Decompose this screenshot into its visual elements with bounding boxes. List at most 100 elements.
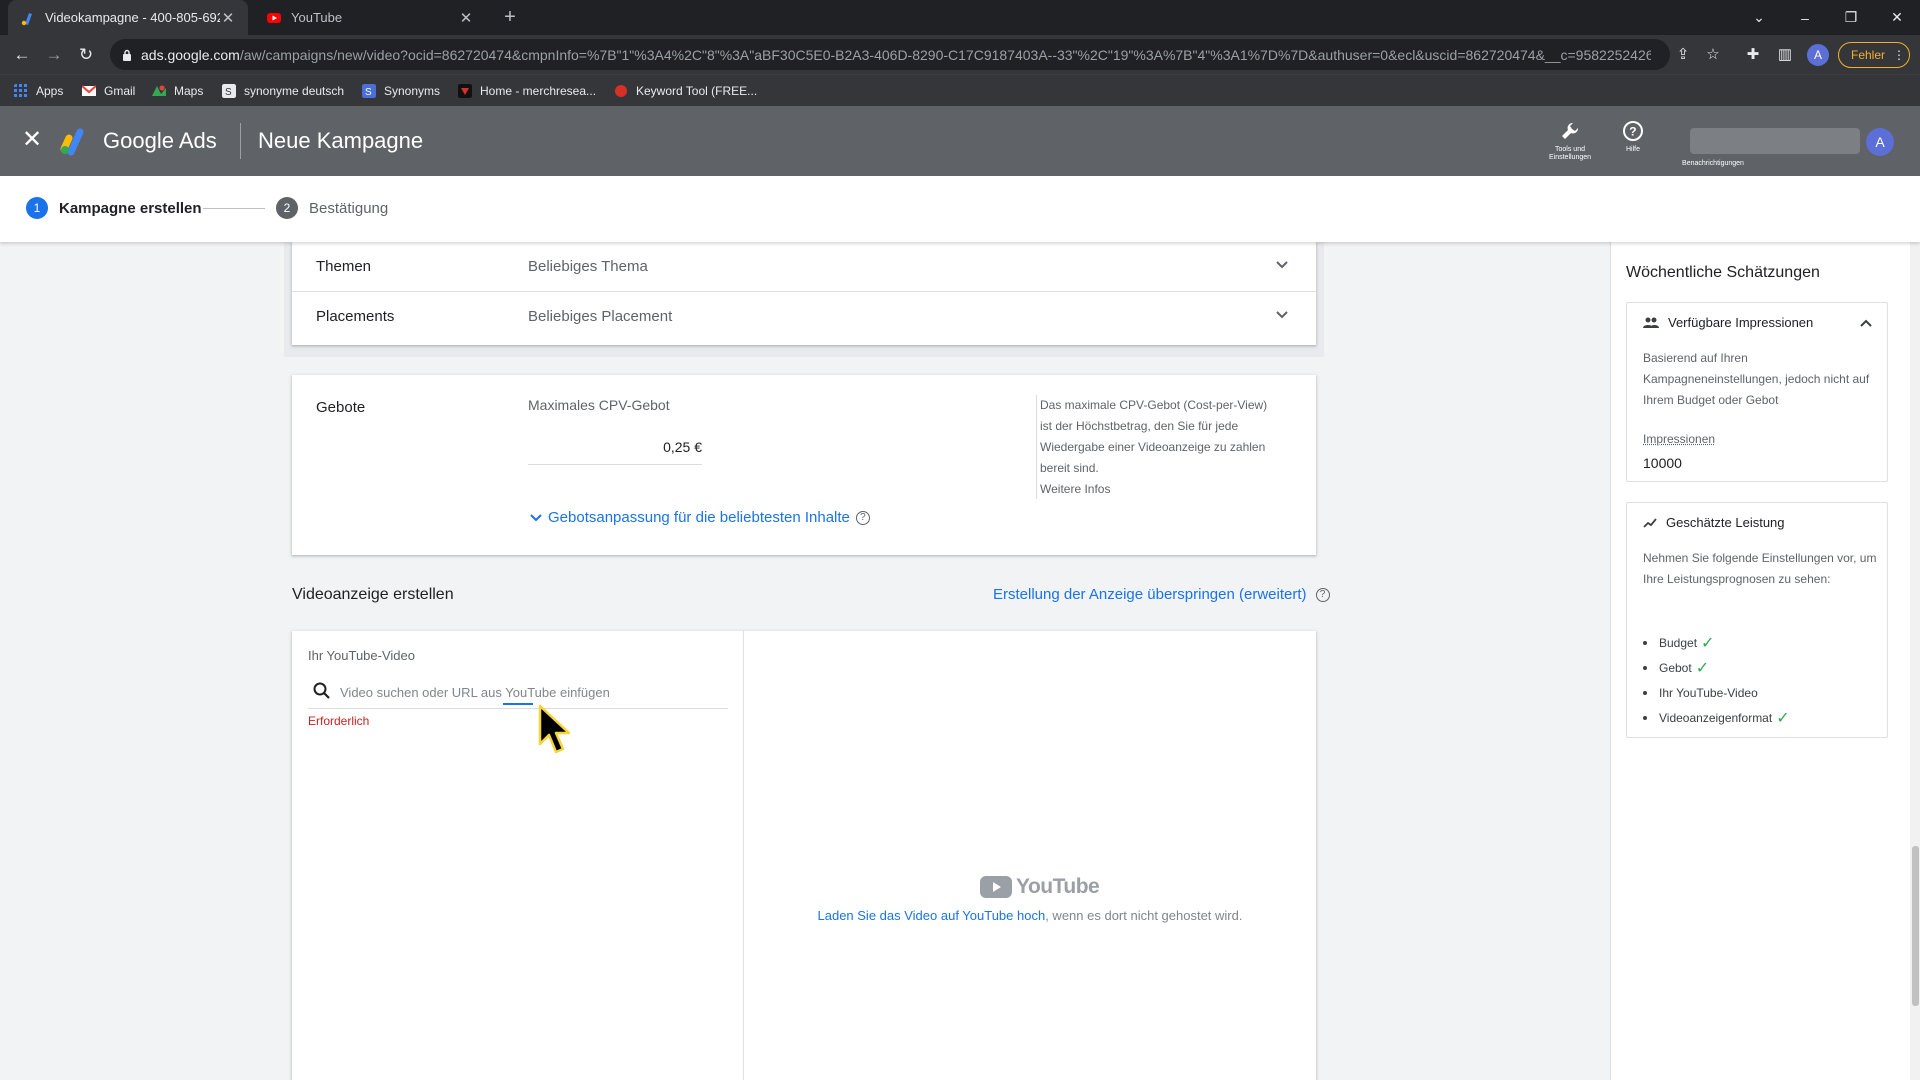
help-label: Hilfe xyxy=(1598,146,1668,154)
bookmark-label: Keyword Tool (FREE... xyxy=(636,84,757,98)
url-path: /aw/campaigns/new/video?ocid=862720474&c… xyxy=(240,47,1651,63)
tools-label: Tools und Einstellungen xyxy=(1535,146,1605,162)
tab-search-chevron-icon[interactable]: ⌄ xyxy=(1736,0,1782,35)
bookmark-star-icon[interactable]: ☆ xyxy=(1702,43,1724,65)
forward-arrow-icon[interactable]: → xyxy=(42,43,66,67)
bookmark-synonyms[interactable]: S Synonyms xyxy=(362,81,440,101)
chevron-down-icon[interactable] xyxy=(1272,255,1292,275)
tab-close-icon[interactable]: ✕ xyxy=(220,9,236,27)
back-arrow-icon[interactable]: ← xyxy=(10,43,34,67)
bookmark-label: Synonyms xyxy=(384,84,440,98)
learn-more-link[interactable]: Weitere Infos xyxy=(1040,482,1110,496)
restore-icon[interactable]: ❐ xyxy=(1828,0,1874,35)
help-question-icon[interactable]: ? xyxy=(1316,588,1330,602)
svg-text:S: S xyxy=(225,87,232,98)
url-host: ads.google.com xyxy=(141,47,240,63)
impressions-card-title: Verfügbare Impressionen xyxy=(1668,315,1813,330)
tab-title: Videokampagne - 400-805-6921 xyxy=(45,10,220,25)
account-info-blurred[interactable] xyxy=(1690,128,1860,154)
step-connector xyxy=(203,208,265,209)
merch-favicon-icon xyxy=(458,84,472,98)
available-impressions-card: Verfügbare Impressionen Basierend auf Ih… xyxy=(1626,302,1888,482)
side-panel-icon[interactable]: ▥ xyxy=(1774,43,1796,65)
tab-videokampagne[interactable]: Videokampagne - 400-805-6921 ✕ xyxy=(8,0,248,35)
browser-toolbar: ← → ↻ ads.google.com/aw/campaigns/new/vi… xyxy=(0,35,1920,74)
bookmark-label: Maps xyxy=(174,84,203,98)
upload-hint-text: , wenn es dort nicht gehostet wird. xyxy=(1045,908,1242,923)
video-selector-panel: Ihr YouTube-Video Erforderlich xyxy=(292,631,744,1080)
address-bar[interactable]: ads.google.com/aw/campaigns/new/video?oc… xyxy=(110,39,1670,70)
main-content: Themen Beliebiges Thema Placements Belie… xyxy=(0,242,1610,1080)
error-update-button[interactable]: Fehler ⋮ xyxy=(1838,42,1910,68)
search-icon xyxy=(312,681,332,701)
close-campaign-icon[interactable]: ✕ xyxy=(20,128,44,152)
minimize-icon[interactable]: – xyxy=(1782,0,1828,35)
bid-adjustment-toggle[interactable]: Gebotsanpassung für die beliebtesten Inh… xyxy=(528,509,870,526)
targeting-row-themen[interactable]: Themen Beliebiges Thema xyxy=(292,242,1316,292)
checklist-label: Ihr YouTube-Video xyxy=(1659,686,1758,700)
bookmark-keyword-tool[interactable]: Keyword Tool (FREE... xyxy=(614,81,757,101)
youtube-logo: YouTube xyxy=(980,875,1099,899)
chevron-up-icon[interactable] xyxy=(1859,317,1873,331)
lock-icon xyxy=(122,49,132,61)
step-kampagne-erstellen[interactable]: 1 Kampagne erstellen xyxy=(26,197,202,219)
estimated-performance-card: Geschätzte Leistung Nehmen Sie folgende … xyxy=(1626,502,1888,738)
tools-settings-button[interactable]: Tools und Einstellungen xyxy=(1535,120,1605,162)
bookmark-maps[interactable]: Maps xyxy=(152,81,203,101)
chevron-down-icon[interactable] xyxy=(1272,305,1292,325)
performance-card-header: Geschätzte Leistung xyxy=(1643,515,1785,530)
trending-up-icon xyxy=(1643,517,1657,529)
impressions-card-header[interactable]: Verfügbare Impressionen xyxy=(1643,315,1813,330)
google-ads-favicon-icon xyxy=(20,10,36,26)
help-question-icon[interactable]: ? xyxy=(856,511,870,525)
required-error: Erforderlich xyxy=(308,714,369,728)
tab-title: YouTube xyxy=(291,10,458,25)
new-tab-plus-icon[interactable]: + xyxy=(498,6,522,30)
bidding-card: Gebote Maximales CPV-Gebot 0,25 € Das ma… xyxy=(292,375,1316,555)
account-avatar[interactable]: A xyxy=(1866,128,1894,156)
skip-ad-creation-link[interactable]: Erstellung der Anzeige überspringen (erw… xyxy=(993,586,1330,603)
extensions-puzzle-icon[interactable]: ✚ xyxy=(1742,43,1764,65)
check-icon: ✓ xyxy=(1696,658,1709,678)
step-bestaetigung[interactable]: 2 Bestätigung xyxy=(276,197,388,219)
notifications-label: Benachrichtigungen xyxy=(1678,160,1748,168)
people-icon xyxy=(1643,317,1659,329)
input-focus-indicator xyxy=(503,703,533,705)
tab-close-icon[interactable]: ✕ xyxy=(458,9,474,27)
bookmark-merchresearch[interactable]: Home - merchresea... xyxy=(458,81,596,101)
help-button[interactable]: ? Hilfe xyxy=(1598,120,1668,154)
impressions-card-text: Basierend auf Ihren Kampagneneinstellung… xyxy=(1643,348,1879,411)
list-item: Ihr YouTube-Video xyxy=(1643,680,1790,705)
list-item: Gebot ✓ xyxy=(1643,655,1790,680)
bookmark-synonyme-deutsch[interactable]: S synonyme deutsch xyxy=(222,81,344,101)
window-close-icon[interactable]: ✕ xyxy=(1874,0,1920,35)
bookmarks-bar: Apps Gmail Maps S synonyme deutsch S Syn… xyxy=(0,74,1920,106)
google-ads-header: ✕ Google Ads Neue Kampagne Tools und Ein… xyxy=(0,106,1920,176)
bidding-help: Das maximale CPV-Gebot (Cost-per-View) i… xyxy=(1040,395,1272,500)
browser-profile-avatar[interactable]: A xyxy=(1807,44,1829,66)
google-ads-logo-icon xyxy=(60,126,90,156)
synonyme-favicon-icon: S xyxy=(222,84,236,98)
upload-hint: Laden Sie das Video auf YouTube hoch, we… xyxy=(744,908,1316,923)
max-cpv-input[interactable]: 0,25 € xyxy=(528,427,702,465)
share-icon[interactable]: ⇪ xyxy=(1672,43,1694,65)
bookmark-apps[interactable]: Apps xyxy=(14,81,63,101)
chevron-down-icon xyxy=(528,510,544,526)
tab-youtube[interactable]: YouTube ✕ xyxy=(254,0,486,35)
scrollbar-thumb[interactable] xyxy=(1912,846,1919,1006)
notifications-button[interactable]: Benachrichtigungen xyxy=(1678,158,1748,168)
max-cpv-label: Maximales CPV-Gebot xyxy=(528,397,670,413)
row-value: Beliebiges Thema xyxy=(528,258,648,275)
apps-grid-icon xyxy=(14,84,28,98)
help-circle-icon: ? xyxy=(1598,120,1668,144)
bidding-help-text: Das maximale CPV-Gebot (Cost-per-View) i… xyxy=(1040,398,1267,475)
help-divider xyxy=(1036,395,1037,499)
bookmark-gmail[interactable]: Gmail xyxy=(82,81,135,101)
video-search-input[interactable] xyxy=(340,679,720,705)
weekly-estimates-panel: Wöchentliche Schätzungen Verfügbare Impr… xyxy=(1610,242,1910,1080)
impressions-metric-label: Impressionen xyxy=(1643,432,1715,446)
reload-icon[interactable]: ↻ xyxy=(74,43,98,67)
targeting-row-placements[interactable]: Placements Beliebiges Placement xyxy=(292,292,1316,342)
upload-to-youtube-link[interactable]: Laden Sie das Video auf YouTube hoch xyxy=(818,908,1046,923)
video-ad-card: Ihr YouTube-Video Erforderlich YouTube L… xyxy=(292,631,1316,1080)
